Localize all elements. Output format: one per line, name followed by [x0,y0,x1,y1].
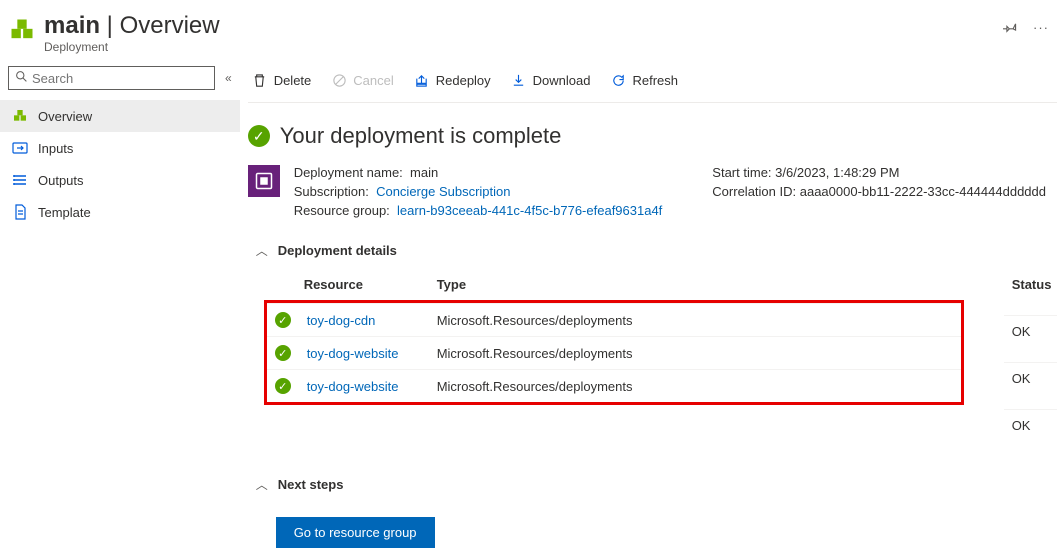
sidebar-item-label: Inputs [38,141,73,156]
inputs-icon [12,140,28,156]
start-time-label: Start time: [712,165,771,180]
collapse-sidebar-icon[interactable]: « [225,71,232,85]
table-row: ✓ toy-dog-website Microsoft.Resources/de… [267,370,961,403]
sidebar-item-label: Template [38,205,91,220]
trash-icon [252,72,268,88]
dep-name-value: main [410,165,438,180]
status-value: OK [1004,316,1057,362]
success-icon: ✓ [248,125,270,147]
chevron-up-icon[interactable]: ︿ [256,476,268,493]
table-row: ✓ toy-dog-website Microsoft.Resources/de… [267,337,961,370]
go-to-resource-group-button[interactable]: Go to resource group [276,517,435,548]
search-box[interactable] [8,66,215,90]
page-title: main | Overview [44,12,985,40]
subscription-label: Subscription: [294,184,369,199]
command-bar: Delete Cancel Redeploy Download Refresh [248,62,1057,103]
main-content: Delete Cancel Redeploy Download Refresh … [240,62,1057,548]
resource-type: Microsoft.Resources/deployments [429,304,961,337]
resource-group-icon [248,165,280,197]
table-header-row: Resource Type [264,269,964,300]
resource-link[interactable]: toy-dog-cdn [307,313,376,328]
deployment-icon [12,108,28,124]
redeploy-icon [414,72,430,88]
delete-button[interactable]: Delete [252,72,312,88]
deployment-details-table: ✓ toy-dog-cdn Microsoft.Resources/deploy… [264,300,964,405]
cancel-button: Cancel [331,72,393,88]
pin-icon[interactable] [1003,20,1017,37]
column-resource: Resource [264,269,429,300]
sidebar-item-template[interactable]: Template [0,196,240,228]
status-value: OK [1004,410,1057,456]
status-heading: Your deployment is complete [280,123,562,149]
next-steps-heading: Next steps [278,477,344,492]
table-row: ✓ toy-dog-cdn Microsoft.Resources/deploy… [267,304,961,337]
start-time-value: 3/6/2023, 1:48:29 PM [775,165,899,180]
column-status: Status [1004,269,1057,315]
sidebar-item-outputs[interactable]: Outputs [0,164,240,196]
sidebar-item-overview[interactable]: Overview [0,100,240,132]
search-input[interactable] [32,71,208,86]
outputs-icon [12,172,28,188]
status-value: OK [1004,363,1057,409]
download-icon [511,72,527,88]
sidebar-item-label: Outputs [38,173,84,188]
correlation-id-value: aaaa0000-bb11-2222-33cc-444444dddddd [800,184,1046,199]
refresh-button[interactable]: Refresh [611,72,679,88]
resource-group-label: Resource group: [294,203,390,218]
dep-name-label: Deployment name: [294,165,403,180]
chevron-up-icon[interactable]: ︿ [256,242,268,259]
resource-link[interactable]: toy-dog-website [307,379,399,394]
template-icon [12,204,28,220]
deployment-details-heading: Deployment details [278,243,397,258]
refresh-icon [611,72,627,88]
deployment-icon [8,16,36,44]
download-button[interactable]: Download [511,72,591,88]
more-icon[interactable]: ··· [1033,20,1049,37]
sidebar-item-inputs[interactable]: Inputs [0,132,240,164]
resource-group-link[interactable]: learn-b93ceeab-441c-4f5c-b776-efeaf9631a… [397,203,662,218]
search-icon [15,70,28,86]
cancel-icon [331,72,347,88]
sidebar: « Overview Inputs Outputs Template [0,62,240,548]
resource-type: Microsoft.Resources/deployments [429,337,961,370]
resource-link[interactable]: toy-dog-website [307,346,399,361]
page-header: main | Overview Deployment ··· [0,0,1057,62]
success-icon: ✓ [275,312,291,328]
subscription-link[interactable]: Concierge Subscription [376,184,510,199]
column-type: Type [429,269,704,300]
success-icon: ✓ [275,378,291,394]
correlation-id-label: Correlation ID: [712,184,796,199]
redeploy-button[interactable]: Redeploy [414,72,491,88]
sidebar-item-label: Overview [38,109,92,124]
success-icon: ✓ [275,345,291,361]
page-subtitle: Deployment [44,40,985,54]
resource-type: Microsoft.Resources/deployments [429,370,961,403]
